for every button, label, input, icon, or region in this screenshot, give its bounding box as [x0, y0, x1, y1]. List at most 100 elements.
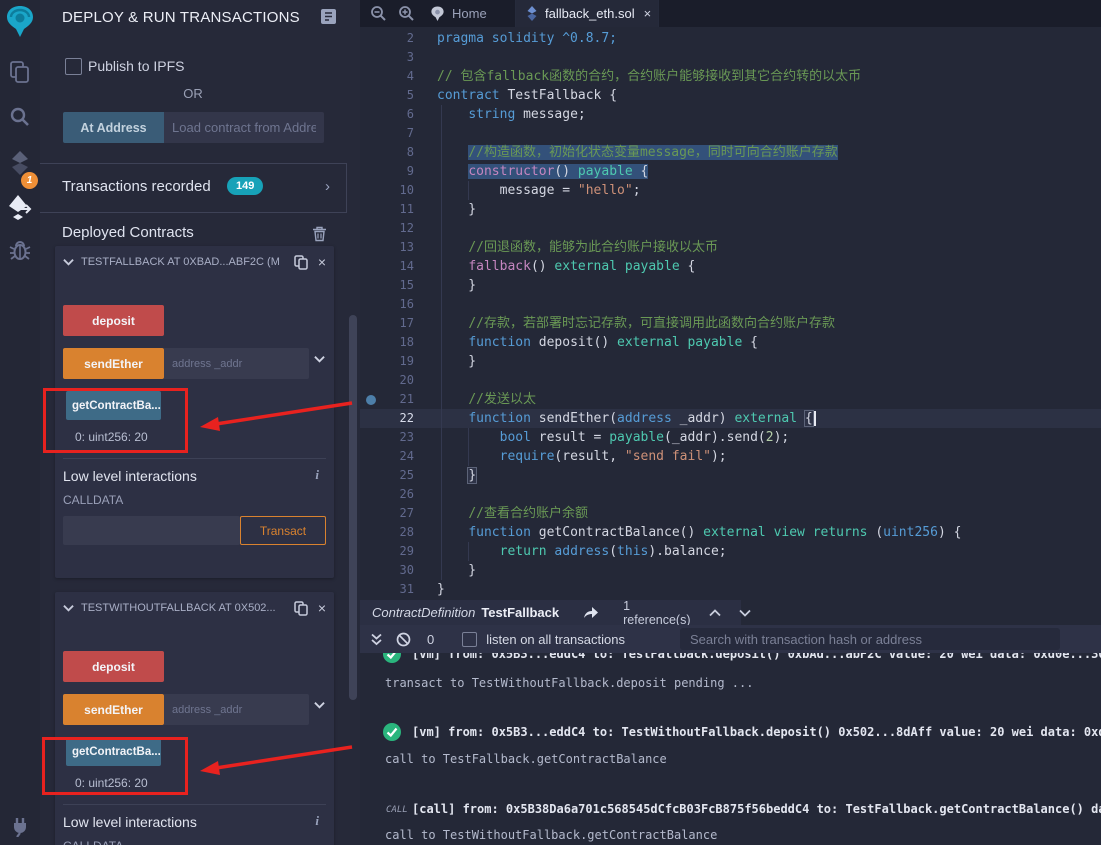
- code-line-11: 11 }: [360, 200, 1101, 219]
- reference-peek-bar: ContractDefinition TestFallback 1 refere…: [360, 600, 741, 625]
- code-line-16: 16: [360, 295, 1101, 314]
- tab-fallback-eth-sol[interactable]: fallback_eth.sol ×: [516, 0, 659, 27]
- text-cursor: [814, 411, 816, 426]
- code-line-2: 2pragma solidity ^0.8.7;: [360, 29, 1101, 48]
- code-line-29: 29 return address(this).balance;: [360, 542, 1101, 561]
- chevron-down-icon[interactable]: [63, 258, 74, 266]
- deploy-run-icon[interactable]: [0, 187, 40, 227]
- copy-address-icon[interactable]: [294, 255, 308, 270]
- remove-instance-icon[interactable]: ×: [318, 601, 326, 615]
- chevron-right-icon[interactable]: ›: [325, 178, 330, 195]
- documentation-icon[interactable]: [320, 8, 337, 25]
- listen-transactions-label: listen on all transactions: [486, 632, 625, 647]
- zoom-in-icon[interactable]: [398, 5, 415, 22]
- code-editor[interactable]: 2pragma solidity ^0.8.7;34// 包含fallback函…: [360, 27, 1101, 600]
- file-explorer-icon[interactable]: [0, 52, 40, 92]
- at-address-input[interactable]: [164, 112, 324, 143]
- low-level-interactions-title: Low level interactions: [63, 814, 197, 830]
- code-line-9: 9 constructor() payable {: [360, 162, 1101, 181]
- icon-sidebar: 1: [0, 0, 40, 845]
- code-line-15: 15 }: [360, 276, 1101, 295]
- code-line-31: 31}: [360, 580, 1101, 599]
- code-line-14: 14 fallback() external payable {: [360, 257, 1101, 276]
- or-separator: OR: [63, 86, 323, 101]
- publish-ipfs-checkbox[interactable]: [65, 58, 82, 75]
- remove-instance-icon[interactable]: ×: [318, 255, 326, 269]
- chevron-down-icon[interactable]: [739, 609, 751, 617]
- transactions-recorded-box[interactable]: Transactions recorded 149 ›: [40, 163, 347, 213]
- deposit-button[interactable]: deposit: [63, 651, 164, 682]
- transactions-recorded-label: Transactions recorded: [62, 178, 211, 195]
- at-address-button[interactable]: At Address: [63, 112, 164, 143]
- code-line-26: 26: [360, 485, 1101, 504]
- solidity-file-icon: [526, 6, 538, 21]
- code-line-10: 10 message = "hello";: [360, 181, 1101, 200]
- sendether-address-input[interactable]: [164, 348, 309, 379]
- code-line-27: 27 //查看合约账户余额: [360, 504, 1101, 523]
- chevron-down-icon[interactable]: [63, 604, 74, 612]
- info-icon[interactable]: i: [315, 813, 319, 829]
- code-line-12: 12: [360, 219, 1101, 238]
- remix-home-icon: [430, 6, 445, 22]
- peek-references-count: 1 reference(s): [623, 599, 690, 627]
- info-icon[interactable]: i: [315, 467, 319, 483]
- close-tab-icon[interactable]: ×: [644, 6, 652, 21]
- code-line-24: 24 require(result, "send fail");: [360, 447, 1101, 466]
- sendether-button[interactable]: sendEther: [63, 348, 164, 379]
- expand-args-icon[interactable]: [314, 701, 325, 709]
- sendether-button[interactable]: sendEther: [63, 694, 164, 725]
- expand-args-icon[interactable]: [314, 355, 325, 363]
- calldata-label: CALLDATA: [63, 839, 123, 845]
- code-line-6: 6 string message;: [360, 105, 1101, 124]
- contract-instance-title: TESTFALLBACK AT 0XBAD...ABF2C (M: [81, 256, 294, 268]
- publish-ipfs-label: Publish to IPFS: [88, 58, 185, 74]
- tab-home[interactable]: Home: [420, 0, 516, 27]
- panel-scrollbar[interactable]: [349, 315, 357, 700]
- listen-transactions-checkbox[interactable]: [462, 632, 477, 647]
- code-line-5: 5contract TestFallback {: [360, 86, 1101, 105]
- plugin-manager-icon[interactable]: [0, 806, 40, 845]
- code-line-3: 3: [360, 48, 1101, 67]
- divider: [63, 458, 326, 459]
- success-check-icon: [382, 653, 402, 664]
- copy-address-icon[interactable]: [294, 601, 308, 616]
- success-check-icon: [382, 722, 402, 742]
- code-line-21: 21 //发送以太: [360, 390, 1101, 409]
- code-line-8: 8 //构造函数，初始化状态变量message，同时可向合约账户存款: [360, 143, 1101, 162]
- low-level-interactions-title: Low level interactions: [63, 468, 197, 484]
- search-icon[interactable]: [0, 97, 40, 137]
- annotation-box-2: [42, 737, 188, 795]
- deployed-contract-card: TESTWITHOUTFALLBACK AT 0X502... × deposit s…: [55, 592, 334, 845]
- clear-terminal-icon[interactable]: [396, 632, 411, 647]
- tab-home-label: Home: [452, 6, 487, 21]
- contract-instance-title: TESTWITHOUTFALLBACK AT 0X502...: [81, 602, 294, 614]
- code-line-30: 30 }: [360, 561, 1101, 580]
- code-line-22: 22 function sendEther(address _addr) ext…: [360, 409, 1101, 428]
- transactions-count-badge: 149: [227, 177, 263, 195]
- trash-icon[interactable]: [312, 226, 327, 242]
- zoom-out-icon[interactable]: [370, 5, 387, 22]
- deposit-button[interactable]: deposit: [63, 305, 164, 336]
- debugger-icon[interactable]: [0, 230, 40, 270]
- panel-title: DEPLOY & RUN TRANSACTIONS: [62, 9, 300, 26]
- tab-file-label: fallback_eth.sol: [545, 6, 635, 21]
- code-line-17: 17 //存款，若部署时忘记存款，可直接调用此函数向合约账户存款: [360, 314, 1101, 333]
- terminal-search-input[interactable]: [680, 628, 1060, 650]
- peek-contract-name: TestFallback: [481, 605, 559, 620]
- remix-logo-icon[interactable]: [0, 2, 40, 42]
- code-line-19: 19 }: [360, 352, 1101, 371]
- code-line-25: 25 }: [360, 466, 1101, 485]
- terminal-log[interactable]: [vm] from: 0x5B3...eddC4 to: TestFallbac…: [360, 653, 1101, 845]
- chevron-up-icon[interactable]: [709, 609, 721, 617]
- code-line-13: 13 //回退函数，能够为此合约账户接收以太币: [360, 238, 1101, 257]
- divider: [63, 804, 326, 805]
- transact-button[interactable]: Transact: [240, 516, 326, 545]
- code-line-7: 7: [360, 124, 1101, 143]
- calldata-label: CALLDATA: [63, 493, 123, 507]
- expand-terminal-icon[interactable]: [370, 633, 383, 646]
- go-to-reference-icon[interactable]: [583, 606, 599, 619]
- code-line-23: 23 bool result = payable(_addr).send(2);: [360, 428, 1101, 447]
- sendether-address-input[interactable]: [164, 694, 309, 725]
- calldata-input[interactable]: [63, 516, 240, 545]
- remix-ide-window: 1 DEPLOY & RUN TRANSACTIONS Publish to I…: [0, 0, 1101, 845]
